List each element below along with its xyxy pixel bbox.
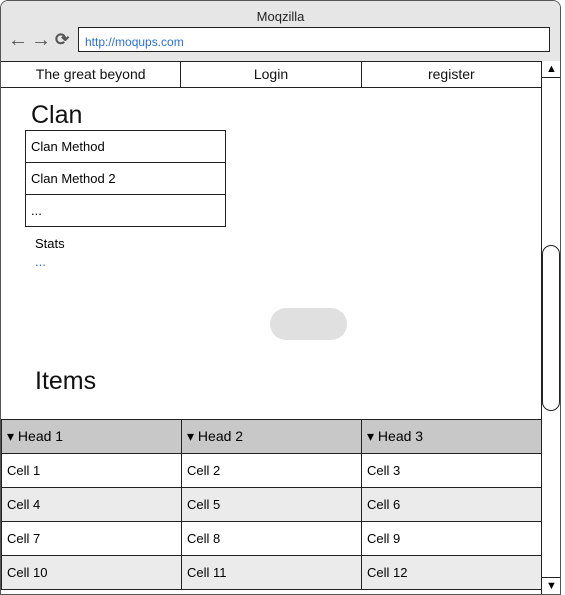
- table-row: Cell 7 Cell 8 Cell 9: [1, 521, 542, 556]
- column-header[interactable]: ▾ Head 1: [1, 419, 182, 454]
- table-cell: Cell 1: [1, 453, 182, 488]
- table-row: Cell 4 Cell 5 Cell 6: [1, 487, 542, 522]
- table-header-row: ▾ Head 1 ▾ Head 2 ▾ Head 3: [1, 419, 542, 454]
- arrow-right-icon[interactable]: →: [31, 30, 51, 50]
- vertical-scrollbar[interactable]: ▲ ▼: [541, 61, 560, 594]
- stats-link[interactable]: ...: [35, 254, 46, 269]
- column-header[interactable]: ▾ Head 3: [361, 419, 542, 454]
- browser-titlebar: Moqzilla ← → ⟳ http://moqups.com: [1, 1, 560, 62]
- table-row: Cell 10 Cell 11 Cell 12: [1, 555, 542, 590]
- table-cell: Cell 3: [361, 453, 542, 488]
- url-input[interactable]: http://moqups.com: [78, 27, 550, 52]
- clan-method-list: Clan Method Clan Method 2 ...: [25, 130, 226, 227]
- table-row: Cell 1 Cell 2 Cell 3: [1, 453, 542, 488]
- list-item[interactable]: ...: [26, 195, 225, 226]
- table-cell: Cell 11: [181, 555, 362, 590]
- table-cell: Cell 10: [1, 555, 182, 590]
- scrollbar-thumb[interactable]: [542, 245, 560, 411]
- scroll-up-icon[interactable]: ▲: [542, 61, 560, 78]
- table-cell: Cell 12: [361, 555, 542, 590]
- scroll-down-icon[interactable]: ▼: [542, 577, 560, 594]
- table-cell: Cell 2: [181, 453, 362, 488]
- table-cell: Cell 5: [181, 487, 362, 522]
- browser-window: Moqzilla ← → ⟳ http://moqups.com The gre…: [0, 0, 561, 595]
- nav-the-great-beyond[interactable]: The great beyond: [1, 61, 182, 87]
- items-table: ▾ Head 1 ▾ Head 2 ▾ Head 3 Cell 1 Cell 2C…: [1, 419, 542, 590]
- table-cell: Cell 9: [361, 521, 542, 556]
- stats-label: Stats: [35, 236, 65, 251]
- nav-login[interactable]: Login: [181, 61, 362, 87]
- nav-menu: The great beyond Login register: [1, 61, 541, 88]
- pill-button[interactable]: [270, 308, 347, 340]
- reload-icon[interactable]: ⟳: [55, 30, 69, 50]
- list-item[interactable]: Clan Method 2: [26, 163, 225, 195]
- clan-heading: Clan: [31, 101, 83, 129]
- table-cell: Cell 6: [361, 487, 542, 522]
- items-heading: Items: [35, 367, 97, 395]
- list-item[interactable]: Clan Method: [26, 131, 225, 163]
- table-cell: Cell 8: [181, 521, 362, 556]
- nav-register[interactable]: register: [362, 61, 541, 87]
- table-cell: Cell 7: [1, 521, 182, 556]
- table-cell: Cell 4: [1, 487, 182, 522]
- window-title: Moqzilla: [256, 9, 305, 24]
- column-header[interactable]: ▾ Head 2: [181, 419, 362, 454]
- arrow-left-icon[interactable]: ←: [8, 30, 28, 50]
